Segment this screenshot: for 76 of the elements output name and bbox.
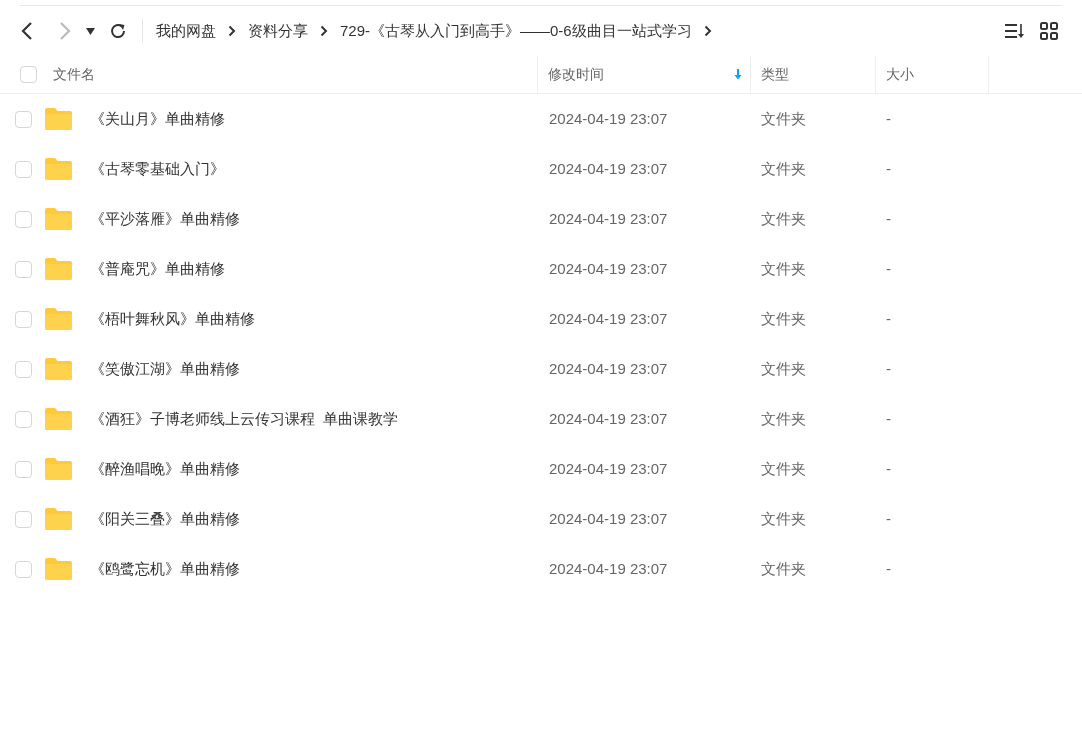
file-size: -	[885, 208, 892, 229]
checkbox[interactable]	[15, 360, 32, 378]
file-size: -	[885, 558, 892, 579]
folder-icon	[45, 408, 72, 430]
dropdown-caret-icon[interactable]	[86, 27, 95, 35]
modified-time: 2024-04-19 23:07	[548, 558, 669, 579]
folder-icon	[45, 108, 72, 130]
file-type: 文件夹	[760, 108, 807, 129]
file-type: 文件夹	[760, 558, 807, 579]
modified-time: 2024-04-19 23:07	[548, 158, 669, 179]
folder-icon	[45, 208, 72, 230]
modified-time: 2024-04-19 23:07	[548, 508, 669, 529]
folder-icon	[45, 358, 72, 380]
file-size: -	[885, 458, 892, 479]
modified-time: 2024-04-19 23:07	[548, 308, 669, 329]
modified-time: 2024-04-19 23:07	[548, 208, 669, 229]
modified-time: 2024-04-19 23:07	[548, 458, 669, 479]
file-type: 文件夹	[760, 358, 807, 379]
file-type: 文件夹	[760, 458, 807, 479]
checkbox[interactable]	[15, 560, 32, 578]
file-type: 文件夹	[760, 308, 807, 329]
file-size: -	[885, 308, 892, 329]
folder-icon	[45, 558, 72, 580]
grid-view-icon[interactable]	[1040, 22, 1058, 40]
checkbox[interactable]	[15, 510, 32, 528]
checkbox[interactable]	[15, 260, 32, 278]
file-size: -	[885, 358, 892, 379]
column-header[interactable]: 文件名	[53, 64, 537, 85]
folder-name[interactable]: 《普庵咒》单曲精修	[90, 257, 225, 281]
modified-time: 2024-04-19 23:07	[548, 258, 669, 279]
sort-icon[interactable]	[1004, 23, 1026, 39]
refresh-icon[interactable]	[109, 22, 127, 40]
checkbox[interactable]	[20, 66, 37, 83]
folder-icon	[45, 258, 72, 280]
folder-icon	[45, 458, 72, 480]
breadcrumb-link[interactable]: 我的网盘	[156, 19, 216, 43]
checkbox[interactable]	[15, 160, 32, 178]
folder-icon	[45, 158, 72, 180]
modified-time: 2024-04-19 23:07	[548, 408, 669, 429]
folder-name[interactable]: 《关山月》单曲精修	[90, 107, 225, 131]
folder-icon	[45, 308, 72, 330]
chevron-right-icon	[703, 25, 712, 37]
file-size: -	[885, 508, 892, 529]
file-type: 文件夹	[760, 208, 807, 229]
folder-name[interactable]: 《醉渔唱晚》单曲精修	[90, 457, 240, 481]
checkbox[interactable]	[15, 410, 32, 428]
column-header[interactable]: 类型	[761, 64, 867, 85]
folder-name[interactable]: 《鸥鹭忘机》单曲精修	[90, 557, 240, 581]
folder-name[interactable]: 《酒狂》子博老师线上云传习课程 单曲课教学	[90, 407, 399, 431]
folder-name[interactable]: 《梧叶舞秋风》单曲精修	[90, 307, 255, 331]
folder-name[interactable]: 《笑傲江湖》单曲精修	[90, 357, 240, 381]
breadcrumb-link[interactable]: 729-《古琴从入门到高手》——0-6级曲目一站式学习	[340, 19, 692, 43]
file-type: 文件夹	[760, 258, 807, 279]
file-size: -	[885, 408, 892, 429]
column-header[interactable]: 大小	[886, 64, 980, 85]
checkbox[interactable]	[15, 310, 32, 328]
checkbox[interactable]	[15, 210, 32, 228]
file-type: 文件夹	[760, 508, 807, 529]
file-size: -	[885, 108, 892, 129]
file-type: 文件夹	[760, 408, 807, 429]
modified-time: 2024-04-19 23:07	[548, 108, 669, 129]
folder-name[interactable]: 《平沙落雁》单曲精修	[90, 207, 240, 231]
checkbox[interactable]	[15, 110, 32, 128]
folder-icon	[45, 508, 72, 530]
file-size: -	[885, 158, 892, 179]
folder-name[interactable]: 《阳关三叠》单曲精修	[90, 507, 240, 531]
column-header[interactable]: 修改时间	[548, 64, 742, 85]
file-size: -	[885, 258, 892, 279]
breadcrumb-link[interactable]: 资料分享	[248, 19, 308, 43]
file-type: 文件夹	[760, 158, 807, 179]
modified-time: 2024-04-19 23:07	[548, 358, 669, 379]
folder-name[interactable]: 《古琴零基础入门》	[90, 157, 225, 181]
chevron-right-icon	[228, 25, 236, 37]
chevron-right-icon	[320, 25, 328, 37]
sort-descending-icon	[734, 69, 742, 80]
checkbox[interactable]	[15, 460, 32, 478]
